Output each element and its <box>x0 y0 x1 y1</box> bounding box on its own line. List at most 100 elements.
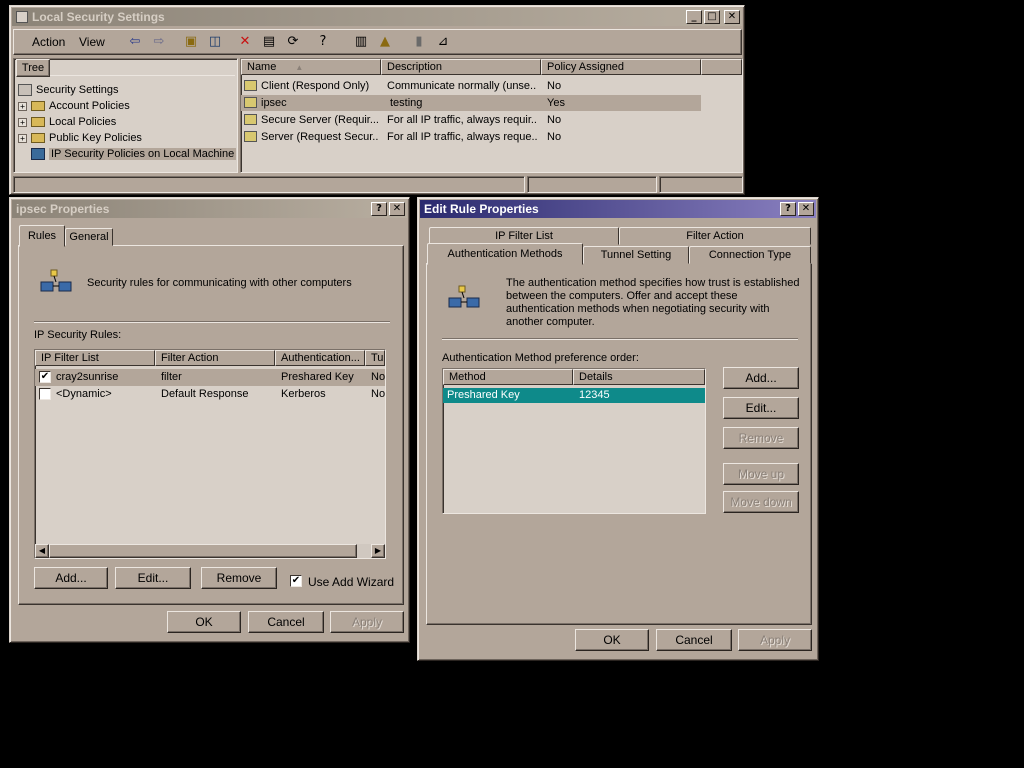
help-button[interactable]: ? <box>780 202 796 216</box>
tab-filter-action[interactable]: Filter Action <box>619 227 811 245</box>
close-button[interactable]: ✕ <box>798 202 814 216</box>
close-button[interactable]: ✕ <box>724 10 740 24</box>
cancel-button[interactable]: Cancel <box>248 611 324 633</box>
tree-item-security-settings[interactable]: Security Settings <box>18 82 119 98</box>
table-row[interactable]: ✔ cray2sunrise filter Preshared Key No <box>35 369 385 386</box>
sort-ascending-icon: ▲ <box>295 63 304 72</box>
maximize-button[interactable]: □ <box>704 10 720 24</box>
ok-button[interactable]: OK <box>167 611 241 633</box>
help-button[interactable]: ? <box>371 202 387 216</box>
ipsec-properties-titlebar[interactable]: ipsec Properties ? ✕ <box>12 200 407 218</box>
remove-method-button[interactable]: Remove <box>723 427 799 449</box>
tab-authentication-methods[interactable]: Authentication Methods <box>427 243 583 265</box>
ipsec-properties-dialog: ipsec Properties ? ✕ Rules General Secur… <box>9 197 410 643</box>
remove-rule-button[interactable]: Remove <box>201 567 277 589</box>
tab-connection-type[interactable]: Connection Type <box>689 246 811 264</box>
new-policy-icon[interactable]: ▥ <box>352 33 370 51</box>
mmc-toolbar: Action View ⇦ ⇨ ▣ ◫ ✕ ▤ ⟳ ? ▥ ▲ ▮ ⊿ <box>13 29 742 55</box>
move-down-button[interactable]: Move down <box>723 491 799 513</box>
tree-item-ip-security-policies[interactable]: IP Security Policies on Local Machine <box>31 146 237 162</box>
col-header-method[interactable]: Method <box>443 369 573 385</box>
mmc-window: Local Security Settings _ □ ✕ Action Vie… <box>9 5 745 195</box>
delete-icon[interactable]: ✕ <box>236 33 254 51</box>
folder-icon <box>31 133 45 144</box>
tree-tab[interactable]: Tree <box>16 59 50 77</box>
scroll-right-icon[interactable]: ▶ <box>371 544 385 558</box>
tree-item-account-policies[interactable]: + Account Policies <box>18 98 130 114</box>
apply-button[interactable]: Apply <box>738 629 812 651</box>
policy-icon <box>244 97 257 108</box>
menu-action[interactable]: Action <box>32 35 65 49</box>
col-header-description[interactable]: Description <box>381 59 541 75</box>
tab-general[interactable]: General <box>65 228 113 246</box>
move-up-button[interactable]: Move up <box>723 463 799 485</box>
close-button[interactable]: ✕ <box>389 202 405 216</box>
scroll-left-icon[interactable]: ◀ <box>35 544 49 558</box>
tab-rules[interactable]: Rules <box>19 225 65 247</box>
status-bar-pane-3 <box>659 176 743 193</box>
properties-icon[interactable]: ▤ <box>260 33 278 51</box>
rules-intro-text: Security rules for communicating with ot… <box>87 277 352 289</box>
col-header-authentication[interactable]: Authentication... <box>275 350 365 366</box>
add-rule-button[interactable]: Add... <box>34 567 108 589</box>
auth-pref-label: Authentication Method preference order: <box>442 352 639 364</box>
col-header-name[interactable]: Name ▲ <box>241 59 381 75</box>
expand-icon[interactable]: + <box>18 133 27 143</box>
unassign-icon[interactable]: ⊿ <box>434 33 452 51</box>
ip-security-rules-label: IP Security Rules: <box>34 329 122 341</box>
table-row[interactable]: Server (Request Secur... For all IP traf… <box>241 129 701 145</box>
ip-security-rules-list: IP Filter List Filter Action Authenticat… <box>34 349 386 559</box>
show-hide-tree-icon[interactable]: ◫ <box>206 33 224 51</box>
folder-lock-icon <box>31 101 45 112</box>
mmc-titlebar[interactable]: Local Security Settings _ □ ✕ <box>12 8 742 26</box>
table-row[interactable]: Preshared Key 12345 <box>443 388 705 403</box>
table-row[interactable]: <Dynamic> Default Response Kerberos No <box>35 386 385 403</box>
expand-icon[interactable]: + <box>18 117 27 127</box>
use-add-wizard-checkbox[interactable]: ✔ <box>290 575 302 587</box>
col-header-policy-assigned[interactable]: Policy Assigned <box>541 59 701 75</box>
manage-filters-icon[interactable]: ▮ <box>410 33 428 51</box>
ok-button[interactable]: OK <box>575 629 649 651</box>
table-row[interactable]: ipsec testing Yes <box>241 95 701 111</box>
rule-checkbox[interactable] <box>39 388 51 400</box>
refresh-icon[interactable]: ⟳ <box>284 33 302 51</box>
use-add-wizard-label: Use Add Wizard <box>308 575 395 589</box>
apply-button[interactable]: Apply <box>330 611 404 633</box>
col-header-tunnel[interactable]: Tu <box>365 350 385 366</box>
rule-checkbox[interactable]: ✔ <box>39 371 51 383</box>
horizontal-scrollbar[interactable]: ◀ ▶ <box>35 544 385 558</box>
expand-icon[interactable]: + <box>18 101 27 111</box>
policy-icon <box>244 80 257 91</box>
assign-policy-icon[interactable]: ▲ <box>376 33 394 51</box>
tree-item-local-policies[interactable]: + Local Policies <box>18 114 116 130</box>
tree-item-public-key-policies[interactable]: + Public Key Policies <box>18 130 142 146</box>
col-header-ip-filter-list[interactable]: IP Filter List <box>35 350 155 366</box>
tab-tunnel-setting[interactable]: Tunnel Setting <box>583 246 689 264</box>
help-icon[interactable]: ? <box>314 33 332 51</box>
forward-arrow-icon[interactable]: ⇨ <box>150 33 168 51</box>
back-arrow-icon[interactable]: ⇦ <box>126 33 144 51</box>
minimize-button[interactable]: _ <box>686 10 702 24</box>
up-folder-icon[interactable]: ▣ <box>182 33 200 51</box>
menu-view[interactable]: View <box>79 35 105 49</box>
edit-method-button[interactable]: Edit... <box>723 397 799 419</box>
col-header-filler <box>701 59 742 75</box>
status-bar-pane-2 <box>527 176 657 193</box>
edit-rule-titlebar[interactable]: Edit Rule Properties ? ✕ <box>420 200 816 218</box>
table-row[interactable]: Secure Server (Requir... For all IP traf… <box>241 112 701 128</box>
edit-rule-button[interactable]: Edit... <box>115 567 191 589</box>
security-settings-icon <box>18 84 32 97</box>
cancel-button[interactable]: Cancel <box>656 629 732 651</box>
policy-icon <box>244 114 257 125</box>
edit-rule-properties-dialog: Edit Rule Properties ? ✕ IP Filter List … <box>417 197 819 661</box>
network-security-icon <box>31 148 45 161</box>
col-header-details[interactable]: Details <box>573 369 705 385</box>
folder-lock-icon <box>31 117 45 128</box>
scroll-thumb[interactable] <box>49 544 357 558</box>
col-header-filter-action[interactable]: Filter Action <box>155 350 275 366</box>
auth-methods-list: Method Details Preshared Key 12345 <box>442 368 706 514</box>
rules-separator <box>34 321 390 323</box>
network-computers-icon <box>448 284 482 312</box>
table-row[interactable]: Client (Respond Only) Communicate normal… <box>241 78 701 94</box>
add-method-button[interactable]: Add... <box>723 367 799 389</box>
